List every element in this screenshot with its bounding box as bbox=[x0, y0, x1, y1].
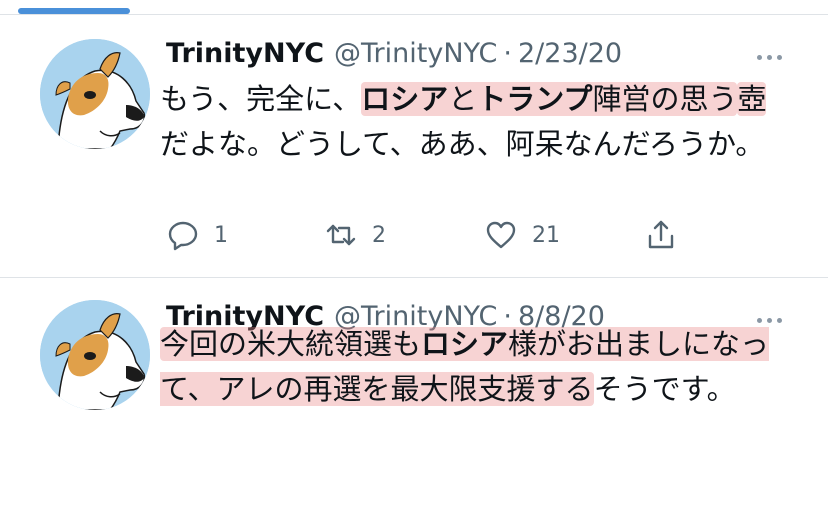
text-segment: だよな。どうして、ああ、阿呆なんだろうか。 bbox=[160, 127, 765, 161]
separator: · bbox=[503, 37, 512, 69]
text-segment: と bbox=[448, 82, 478, 116]
tweet-text: 今回の米大統領選もロシア様がお出ましになって、アレの再選を最大限支援するそうです… bbox=[160, 322, 790, 412]
highlighted-text: 壺 bbox=[737, 82, 767, 116]
retweet-icon bbox=[326, 224, 356, 246]
reply-button[interactable]: 1 bbox=[166, 215, 228, 255]
reply-count: 1 bbox=[214, 222, 228, 248]
bold-text: トランプ bbox=[477, 82, 593, 116]
tweet-header: TrinityNYC @TrinityNYC · 2/23/20 bbox=[166, 35, 622, 71]
like-button[interactable]: 21 bbox=[484, 215, 560, 255]
heart-icon bbox=[486, 221, 516, 249]
share-icon bbox=[648, 220, 674, 249]
text-segment: そうです。 bbox=[593, 372, 736, 406]
tweet-text: もう、完全に、ロシアとトランプ陣営の思う壺だよな。どうして、ああ、阿呆なんだろう… bbox=[160, 77, 790, 167]
speech-bubble-icon bbox=[168, 221, 198, 251]
text-segment: 今回の米大統領選も bbox=[160, 327, 422, 361]
share-button[interactable] bbox=[644, 215, 678, 255]
tweet[interactable]: TrinityNYC @TrinityNYC · 2/23/20 もう、完全に、… bbox=[0, 15, 828, 277]
like-count: 21 bbox=[532, 222, 560, 248]
avatar[interactable] bbox=[40, 300, 150, 410]
dog-avatar-icon bbox=[40, 39, 150, 149]
text-segment: 様がお出ましに bbox=[508, 327, 712, 361]
highlighted-text: ロシアとトランプ陣営の思う bbox=[361, 82, 738, 116]
retweet-button[interactable]: 2 bbox=[324, 215, 386, 255]
tweet[interactable]: TrinityNYC @TrinityNYC · 8/8/20 今回の米大統領選… bbox=[0, 278, 828, 507]
text-segment: もう、完全に、 bbox=[160, 82, 362, 116]
bold-text: ロシア bbox=[421, 327, 509, 361]
dog-avatar-icon bbox=[40, 300, 150, 410]
retweet-count: 2 bbox=[372, 222, 386, 248]
user-handle[interactable]: @TrinityNYC bbox=[334, 38, 497, 69]
avatar[interactable] bbox=[40, 39, 150, 149]
bold-text: ロシア bbox=[361, 82, 449, 116]
tweet-date[interactable]: 2/23/20 bbox=[518, 38, 622, 69]
text-segment: 陣営の思う bbox=[592, 82, 738, 116]
more-dots-icon[interactable] bbox=[754, 52, 784, 62]
display-name[interactable]: TrinityNYC bbox=[166, 38, 324, 69]
